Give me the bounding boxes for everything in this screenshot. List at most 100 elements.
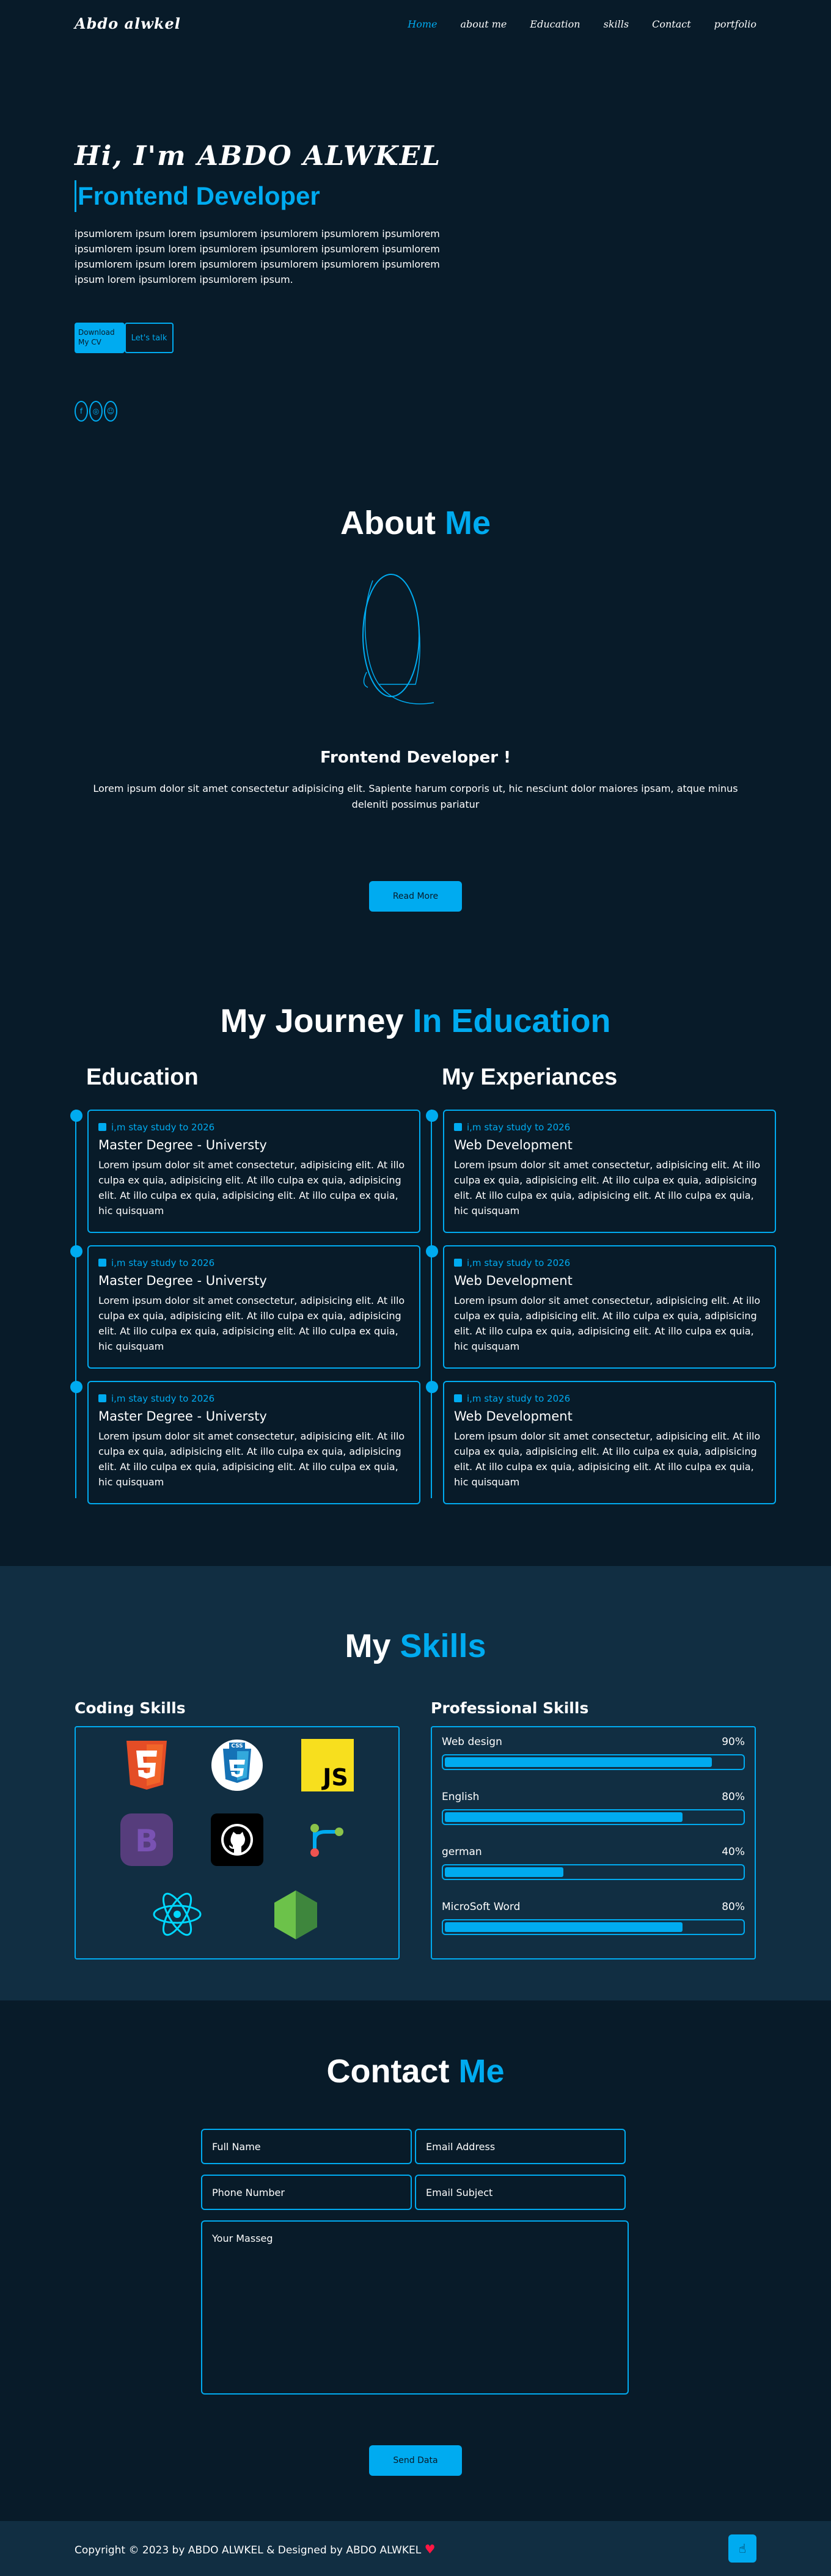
timeline-title: Master Degree - Universty	[98, 1138, 267, 1152]
about-title-accent: Me	[444, 505, 491, 541]
github-icon[interactable]: ☺	[104, 401, 117, 422]
timeline-text: Lorem ipsum dolor sit amet consectetur, …	[98, 1159, 405, 1217]
email-input[interactable]: Email Address	[415, 2129, 626, 2164]
javascript-icon: JS	[301, 1738, 354, 1792]
css3-icon: CSS	[210, 1738, 264, 1792]
skill-bar	[442, 1864, 745, 1880]
calendar-icon	[98, 1394, 106, 1402]
professional-skills-title: Professional Skills	[431, 1699, 589, 1717]
skill-item: german 40%	[442, 1846, 745, 1880]
instagram-icon[interactable]: ◎	[89, 401, 103, 422]
timeline-text: Lorem ipsum dolor sit amet consectetur, …	[98, 1295, 405, 1352]
timeline-dot	[70, 1245, 82, 1257]
nav-about[interactable]: about me	[461, 18, 507, 30]
nav-contact[interactable]: Contact	[652, 18, 691, 30]
github-icon	[210, 1813, 264, 1867]
skill-bar-fill	[445, 1812, 683, 1822]
nav-portfolio[interactable]: portfolio	[714, 18, 756, 30]
timeline-dot	[70, 1110, 82, 1122]
education-title-main: My Journey	[220, 1003, 404, 1039]
javascript-icon-label: JS	[321, 1764, 348, 1791]
timeline-item: i,m stay study to 2026 Web Development L…	[426, 1245, 776, 1369]
hero-section: Hi, I'm ABDO ALWKEL Frontend Developer i…	[0, 49, 831, 440]
logo[interactable]: Abdo alwkel	[75, 15, 181, 32]
timeline-title: Master Degree - Universty	[98, 1273, 267, 1288]
about-section: About Me Frontend Developer ! Lorem ipsu…	[0, 440, 831, 947]
about-title: About Me	[0, 504, 831, 542]
timeline-text: Lorem ipsum dolor sit amet consectetur, …	[454, 1159, 761, 1217]
nav-skills[interactable]: skills	[604, 18, 629, 30]
education-column-title: Education	[86, 1064, 199, 1090]
timeline-dot	[426, 1245, 438, 1257]
facebook-icon[interactable]: f	[75, 401, 88, 422]
timeline-date-text: i,m stay study to 2026	[111, 1122, 215, 1133]
skill-bar-fill	[445, 1922, 683, 1932]
education-section: My Journey In Education Education My Exp…	[0, 947, 831, 1566]
timeline-item: i,m stay study to 2026 Master Degree - U…	[70, 1381, 420, 1504]
skills-title-main: My	[345, 1628, 391, 1664]
skills-title-accent: Skills	[400, 1628, 486, 1664]
experience-column-title: My Experiances	[442, 1064, 618, 1090]
about-title-main: About	[340, 505, 436, 541]
calendar-icon	[454, 1123, 462, 1131]
calendar-icon	[98, 1123, 106, 1131]
timeline-text: Lorem ipsum dolor sit amet consectetur, …	[454, 1430, 761, 1488]
timeline-date: i,m stay study to 2026	[454, 1122, 765, 1133]
timeline-date-text: i,m stay study to 2026	[467, 1257, 571, 1268]
skill-item: MicroSoft Word 80%	[442, 1901, 745, 1935]
skill-percent: 90%	[722, 1736, 745, 1748]
timeline-date: i,m stay study to 2026	[98, 1122, 409, 1133]
read-more-button[interactable]: Read More	[369, 881, 462, 912]
nodejs-icon	[269, 1887, 323, 1941]
coding-skills-title: Coding Skills	[75, 1699, 186, 1717]
react-icon	[150, 1887, 204, 1941]
education-title: My Journey In Education	[0, 1002, 831, 1040]
download-cv-button[interactable]: Download My CV	[75, 323, 125, 353]
nav-education[interactable]: Education	[530, 18, 580, 30]
send-data-button[interactable]: Send Data	[369, 2445, 462, 2476]
message-textarea[interactable]: Your Masseg	[201, 2220, 629, 2395]
skill-percent: 80%	[722, 1901, 745, 1913]
skill-bar-fill	[445, 1867, 564, 1877]
copyright-text: Copyright © 2023 by ABDO ALWKEL & Design…	[75, 2542, 436, 2556]
hand-pointer-icon[interactable]: ☝	[728, 2534, 756, 2563]
coding-skills-box: CSS JS B	[75, 1726, 400, 1959]
about-subtitle: Frontend Developer !	[320, 748, 511, 767]
timeline-text: Lorem ipsum dolor sit amet consectetur, …	[98, 1430, 405, 1488]
timeline-item: i,m stay study to 2026 Master Degree - U…	[70, 1110, 420, 1233]
contact-title: Contact Me	[0, 2052, 831, 2090]
main-nav: Home about me Education skills Contact p…	[408, 18, 756, 30]
calendar-icon	[454, 1259, 462, 1267]
timeline-line	[431, 1110, 432, 1498]
subject-input[interactable]: Email Subject	[415, 2175, 626, 2210]
html5-icon	[120, 1738, 174, 1792]
skill-item: Web design 90%	[442, 1736, 745, 1770]
skill-bar	[442, 1809, 745, 1825]
css3-icon-label: CSS	[231, 1743, 243, 1749]
timeline-item: i,m stay study to 2026 Web Development L…	[426, 1381, 776, 1504]
skill-name: german	[442, 1846, 482, 1858]
timeline-date-text: i,m stay study to 2026	[467, 1122, 571, 1133]
timeline-dot	[70, 1381, 82, 1393]
lets-talk-button[interactable]: Let's talk	[125, 323, 174, 353]
contact-title-main: Contact	[326, 2053, 450, 2090]
nav-home[interactable]: Home	[408, 18, 437, 30]
skills-title: My Skills	[0, 1627, 831, 1665]
timeline-date: i,m stay study to 2026	[98, 1393, 409, 1404]
full-name-input[interactable]: Full Name	[201, 2129, 412, 2164]
timeline-item: i,m stay study to 2026 Master Degree - U…	[70, 1245, 420, 1369]
experience-timeline: i,m stay study to 2026 Web Development L…	[426, 1110, 776, 1504]
hero-text: ipsumlorem ipsum lorem ipsumlorem ipsuml…	[75, 228, 440, 285]
contact-title-accent: Me	[458, 2053, 505, 2090]
professional-skills-box: Web design 90% English 80% german 40% Micro…	[431, 1726, 756, 1959]
social-links: f ◎ ☺	[75, 401, 117, 422]
timeline-line	[75, 1110, 76, 1498]
education-title-accent: In Education	[412, 1003, 611, 1039]
phone-input[interactable]: Phone Number	[201, 2175, 412, 2210]
timeline-title: Web Development	[454, 1138, 573, 1152]
bootstrap-icon: B	[120, 1813, 174, 1867]
git-icon	[301, 1813, 354, 1867]
timeline-date-text: i,m stay study to 2026	[467, 1393, 571, 1404]
profile-image	[362, 574, 434, 704]
skill-percent: 80%	[722, 1791, 745, 1803]
